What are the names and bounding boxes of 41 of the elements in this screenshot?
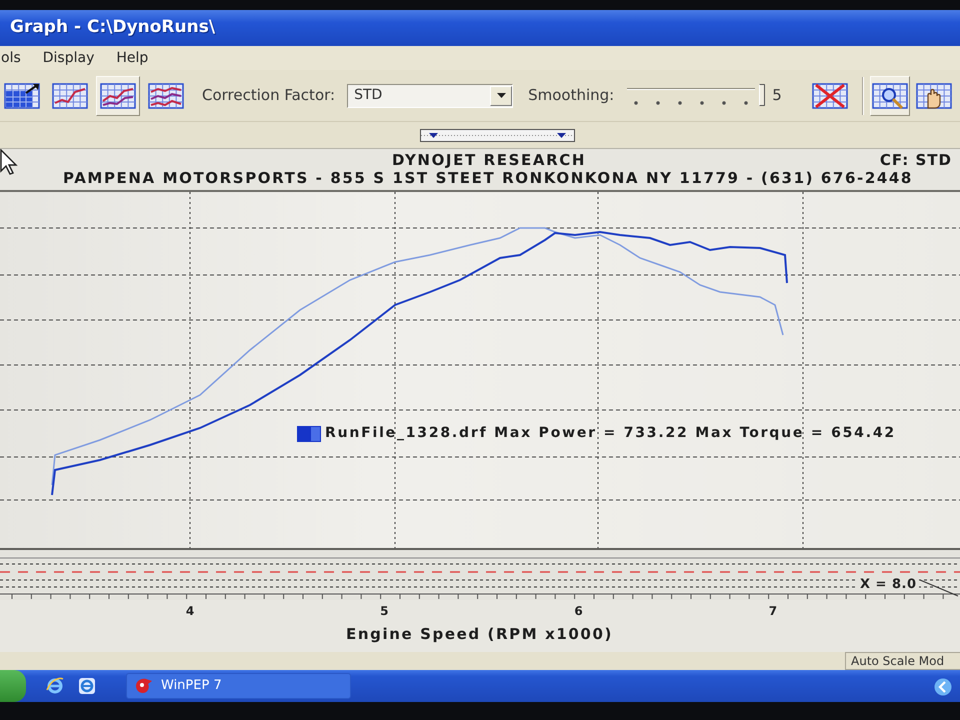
chevron-icon[interactable] — [934, 678, 952, 696]
caret-icon — [496, 93, 506, 98]
line-graph-icon — [52, 82, 88, 108]
smoothing-value: 5 — [772, 85, 782, 106]
correction-factor-text: CF: STD — [880, 151, 952, 169]
axis-tick-label: 4 — [184, 604, 196, 619]
axis-title: Engine Speed (RPM x1000) — [346, 625, 613, 643]
zoom-grid-icon — [872, 82, 908, 108]
correction-factor-label: Correction Factor: — [202, 85, 336, 106]
taskbar-button[interactable]: WinPEP 7 — [126, 673, 351, 699]
multi-line-graph-icon — [148, 82, 184, 108]
crossed-grid-icon — [812, 82, 848, 108]
dropdown-button[interactable] — [490, 86, 512, 106]
cube-grid-icon — [4, 82, 40, 108]
two-line-graph-icon — [100, 82, 136, 108]
cursor-icon — [0, 149, 18, 175]
browser-icon[interactable] — [46, 677, 64, 695]
window-title: Graph - C:\DynoRuns\ — [10, 16, 216, 40]
caret-icon — [429, 132, 438, 138]
legend-text: RunFile_1328.drf Max Power = 733.22 Max Torque = 654.42 — [325, 424, 896, 443]
graph-view-button[interactable] — [96, 76, 140, 116]
hand-grid-icon — [916, 82, 952, 108]
browser-icon[interactable] — [78, 677, 96, 695]
collapse-handle[interactable] — [420, 128, 575, 142]
zoom-button[interactable] — [870, 76, 910, 116]
shop-address: PAMPENA MOTORSPORTS - 855 S 1ST STEET RONKONKONA NY 11779 - (631) 676-2448 — [63, 169, 914, 187]
axis-tick-label: 5 — [379, 604, 390, 619]
axis-tick-label: 6 — [573, 604, 584, 619]
start-button[interactable] — [0, 670, 26, 702]
legend-swatch-icon — [297, 426, 321, 442]
menu-item[interactable]: Help — [115, 49, 150, 67]
slider-thumb[interactable] — [759, 84, 766, 106]
correction-factor-select[interactable]: STD — [347, 84, 514, 108]
smoothing-label: Smoothing: — [528, 85, 614, 106]
axis-tick-label: 7 — [768, 604, 778, 619]
status-panel: Auto Scale Mod — [845, 652, 960, 670]
menu-item[interactable]: Display — [42, 49, 96, 67]
caret-icon — [557, 132, 566, 138]
header-title: DYNOJET RESEARCH — [392, 151, 586, 169]
app-icon — [135, 678, 153, 694]
menu-item[interactable]: ols — [0, 49, 22, 67]
